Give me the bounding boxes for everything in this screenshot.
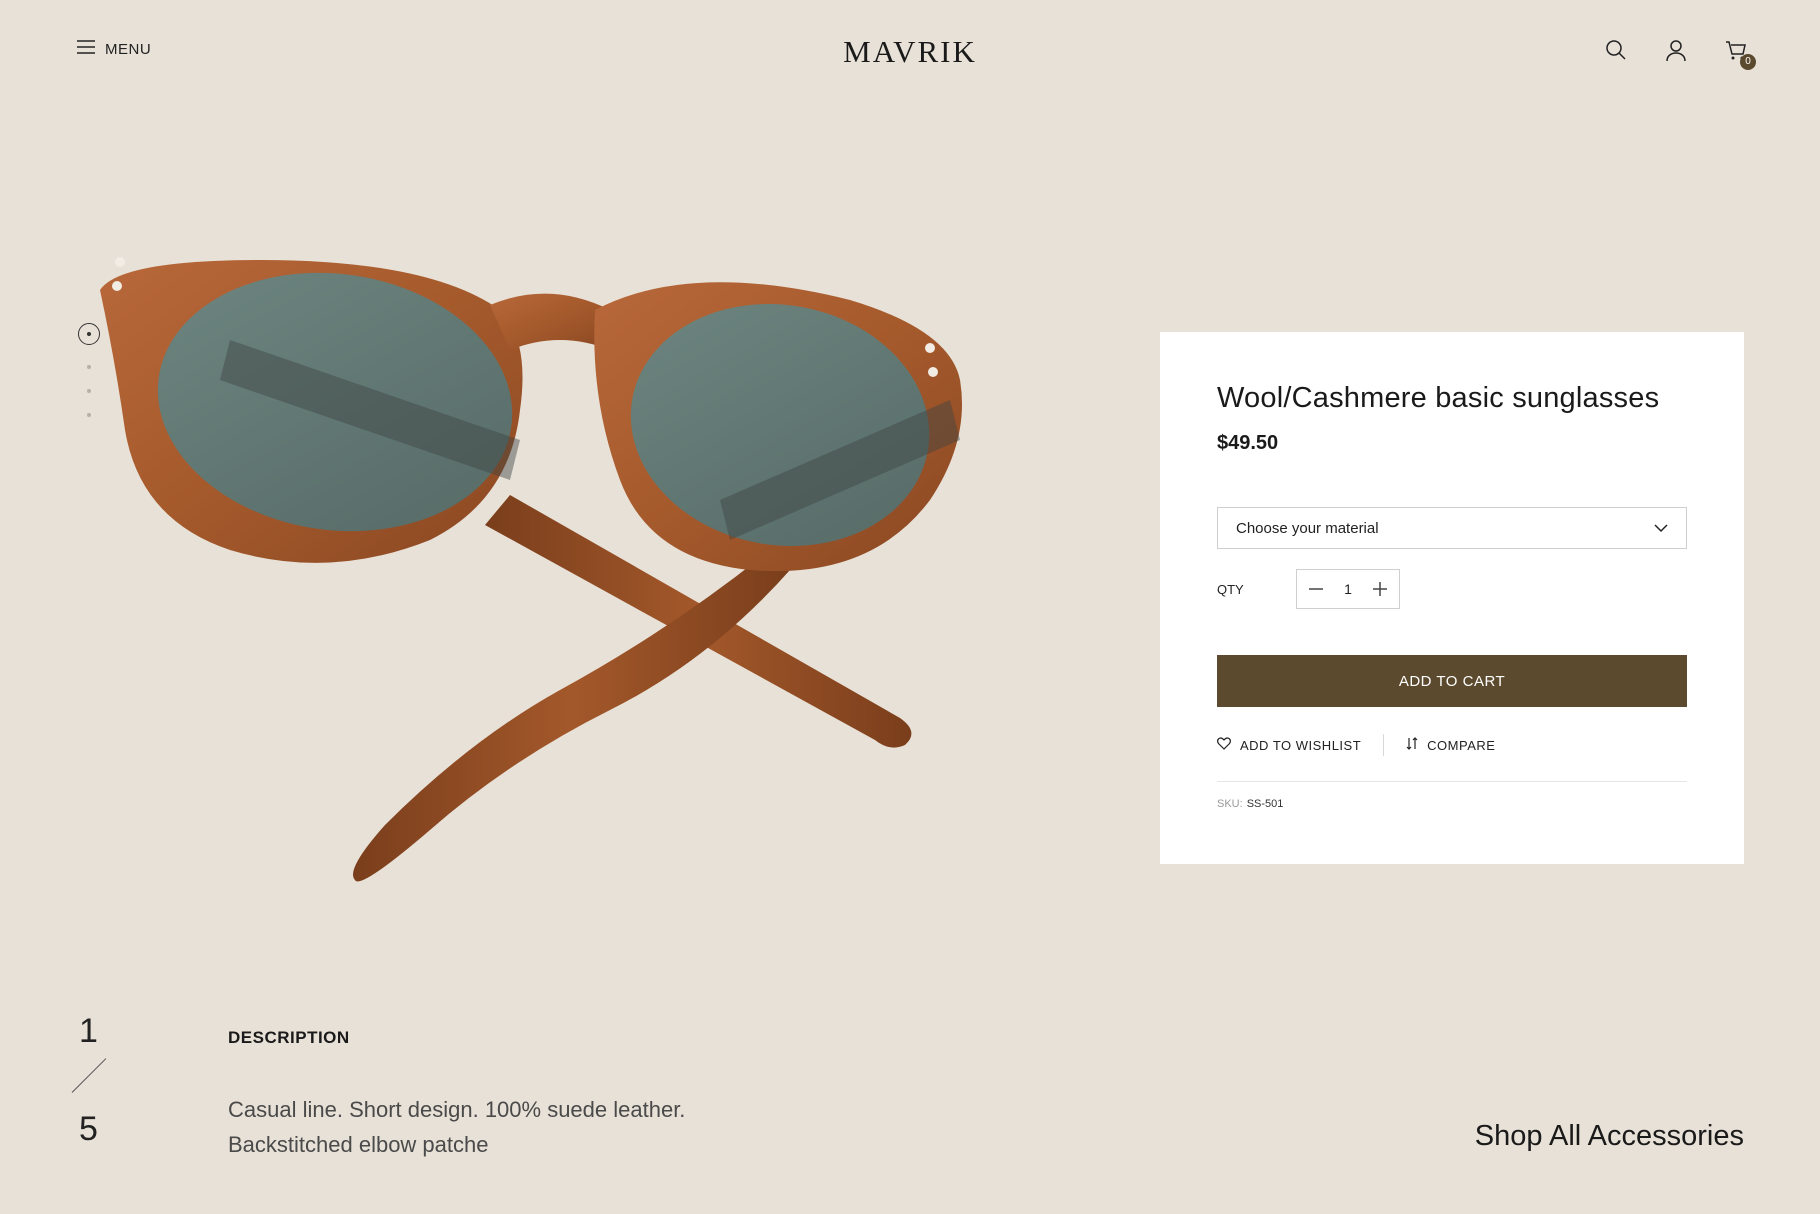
material-select[interactable]: Choose your material (1217, 507, 1687, 549)
sunglasses-product-image (90, 240, 1130, 920)
wishlist-label: ADD TO WISHLIST (1240, 737, 1362, 753)
slide-current-number: 1 (79, 1012, 98, 1050)
description-heading: DESCRIPTION (228, 1028, 350, 1047)
sku-line: SKU: SS-501 (1217, 798, 1283, 810)
shop-all-accessories-link[interactable]: Shop All Accessories (1475, 1120, 1744, 1153)
search-icon[interactable] (1604, 38, 1630, 64)
material-select-value: Choose your material (1236, 519, 1379, 537)
sku-label: SKU: (1217, 798, 1243, 810)
site-header: MENU MAVRIK 0 (0, 0, 1820, 110)
chevron-down-icon (1654, 520, 1668, 537)
divider (1217, 781, 1687, 782)
site-logo[interactable]: MAVRIK (0, 34, 1820, 70)
compare-label: COMPARE (1427, 737, 1496, 753)
minus-icon[interactable] (1307, 580, 1325, 598)
add-to-cart-button[interactable]: ADD TO CART (1217, 655, 1687, 707)
action-divider (1383, 734, 1385, 756)
slide-total-number: 5 (79, 1110, 98, 1148)
plus-icon[interactable] (1371, 580, 1389, 598)
product-title: Wool/Cashmere basic sunglasses (1217, 382, 1660, 414)
add-to-wishlist-button[interactable]: ADD TO WISHLIST (1217, 737, 1361, 753)
slide-pagination-divider (71, 1058, 107, 1093)
heart-icon (1217, 737, 1231, 753)
description-line-1: Casual line. Short design. 100% suede le… (228, 1097, 686, 1122)
description-text: Casual line. Short design. 100% suede le… (228, 1092, 828, 1162)
cart-icon[interactable]: 0 (1724, 38, 1756, 70)
description-line-2: Backstitched elbow patche (228, 1132, 489, 1157)
product-card: Wool/Cashmere basic sunglasses $49.50 Ch… (1160, 332, 1744, 864)
sku-value: SS-501 (1246, 798, 1284, 810)
cart-count-badge: 0 (1740, 54, 1756, 70)
compare-arrows-icon (1406, 737, 1418, 753)
product-price: $49.50 (1217, 432, 1279, 454)
qty-label: QTY (1217, 582, 1244, 597)
account-icon[interactable] (1664, 38, 1690, 64)
quantity-value[interactable]: 1 (1344, 581, 1352, 597)
quantity-stepper: 1 (1296, 569, 1400, 609)
compare-button[interactable]: COMPARE (1406, 737, 1495, 753)
